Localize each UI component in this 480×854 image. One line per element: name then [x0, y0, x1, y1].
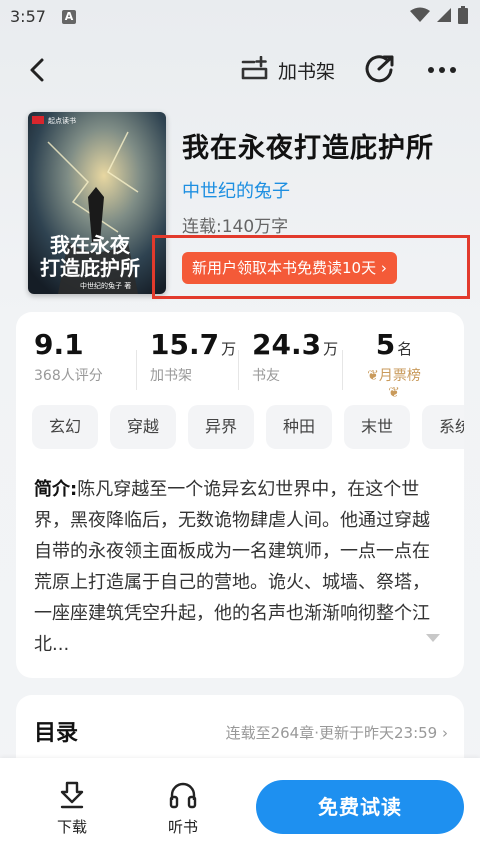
add-to-shelf-button[interactable]: 加书架 — [240, 54, 335, 86]
stat-rank[interactable]: 5名 ❦月票榜❦ — [364, 328, 424, 401]
synopsis-label: 简介: — [34, 479, 78, 500]
expand-chevron-icon[interactable] — [424, 632, 442, 644]
shelf-count-label: 加书架 — [150, 368, 192, 384]
book-author-link[interactable]: 中世纪的兔子 — [182, 177, 290, 203]
stats-row: 9.1 368人评分 15.7 万 加书架 24.3 万 书友 5名 ❦月票榜❦ — [16, 328, 464, 401]
cover-author: 中世纪的兔子 著 — [80, 281, 131, 290]
cover-publisher: 起点读书 — [48, 116, 76, 125]
laurel-left-icon: ❦ — [367, 368, 379, 384]
toc-title: 目录 — [34, 721, 79, 746]
tag-chip[interactable]: 系统 — [422, 405, 464, 449]
signal-icon — [437, 8, 451, 22]
stat-divider — [342, 350, 343, 390]
stat-divider — [238, 350, 239, 390]
fans-count-value: 24.3 — [252, 328, 322, 361]
stat-shelf: 15.7 万 加书架 — [150, 328, 236, 400]
rank-unit: 名 — [397, 340, 413, 358]
tag-chip[interactable]: 末世 — [344, 405, 410, 449]
rating-count: 368人评分 — [34, 368, 103, 384]
book-info-card: 9.1 368人评分 15.7 万 加书架 24.3 万 书友 5名 ❦月票榜❦ 玄… — [16, 312, 464, 678]
download-label: 下载 — [56, 818, 87, 836]
tag-chip[interactable]: 穿越 — [110, 405, 176, 449]
headphones-icon — [169, 782, 197, 809]
bottom-action-bar: 下载 听书 免费试读 — [0, 758, 480, 854]
more-options-icon[interactable] — [424, 56, 460, 84]
laurel-right-icon: ❦ — [388, 385, 400, 401]
tag-chip[interactable]: 异界 — [188, 405, 254, 449]
back-arrow-icon[interactable] — [24, 54, 52, 86]
stat-rating[interactable]: 9.1 368人评分 — [34, 328, 103, 400]
notification-icon: A — [62, 10, 76, 24]
share-icon[interactable] — [362, 54, 398, 86]
book-synopsis[interactable]: 简介:陈凡穿越至一个诡异玄幻世界中，在这个世界，黑夜降临后，无数诡物肆虐人间。他… — [34, 474, 446, 660]
tag-chip[interactable]: 种田 — [266, 405, 332, 449]
fans-count-unit: 万 — [323, 340, 339, 358]
battery-icon — [458, 6, 468, 24]
toc-section[interactable]: 目录 连载至264章·更新于昨天23:59 › — [16, 695, 464, 765]
top-navbar: 加书架 — [0, 46, 480, 94]
stat-fans[interactable]: 24.3 万 书友 — [252, 328, 338, 400]
shelf-count-value: 15.7 — [150, 328, 220, 361]
stat-divider — [136, 350, 137, 390]
synopsis-text: 陈凡穿越至一个诡异玄幻世界中，在这个世界，黑夜降临后，无数诡物肆虐人间。他通过穿… — [34, 479, 430, 655]
rank-value: 5 — [375, 328, 396, 361]
cover-artwork: 起点读书 我在永夜 打造庇护所 中世纪的兔子 著 — [28, 112, 166, 294]
status-time: 3:57 — [10, 7, 46, 26]
free-trial-read-button[interactable]: 免费试读 — [256, 780, 464, 834]
cover-title-line1: 我在永夜 — [50, 233, 131, 257]
cover-title-line2: 打造庇护所 — [40, 256, 140, 280]
download-button[interactable]: 下载 — [42, 780, 102, 837]
book-status: 连载:140万字 — [182, 217, 289, 237]
fans-count-label: 书友 — [252, 368, 280, 384]
book-cover[interactable]: 起点读书 我在永夜 打造庇护所 中世纪的兔子 著 — [28, 112, 166, 294]
wifi-icon — [410, 7, 430, 22]
download-icon — [60, 781, 84, 809]
status-bar: 3:57 A — [0, 0, 480, 34]
rank-label: 月票榜 — [378, 368, 421, 384]
add-to-shelf-label: 加书架 — [278, 60, 336, 83]
rating-value: 9.1 — [34, 328, 84, 361]
tag-chip[interactable]: 玄幻 — [32, 405, 98, 449]
free-read-promo-button[interactable]: 新用户领取本书免费读10天 › — [182, 252, 397, 284]
add-shelf-icon — [241, 56, 268, 80]
listen-label: 听书 — [167, 818, 198, 836]
toc-update-info: 连载至264章·更新于昨天23:59 › — [225, 724, 448, 742]
tag-list: 玄幻 穿越 异界 种田 末世 系统 — [32, 405, 464, 453]
listen-button[interactable]: 听书 — [153, 780, 213, 837]
shelf-count-unit: 万 — [221, 340, 237, 358]
book-title: 我在永夜打造庇护所 — [182, 133, 434, 164]
